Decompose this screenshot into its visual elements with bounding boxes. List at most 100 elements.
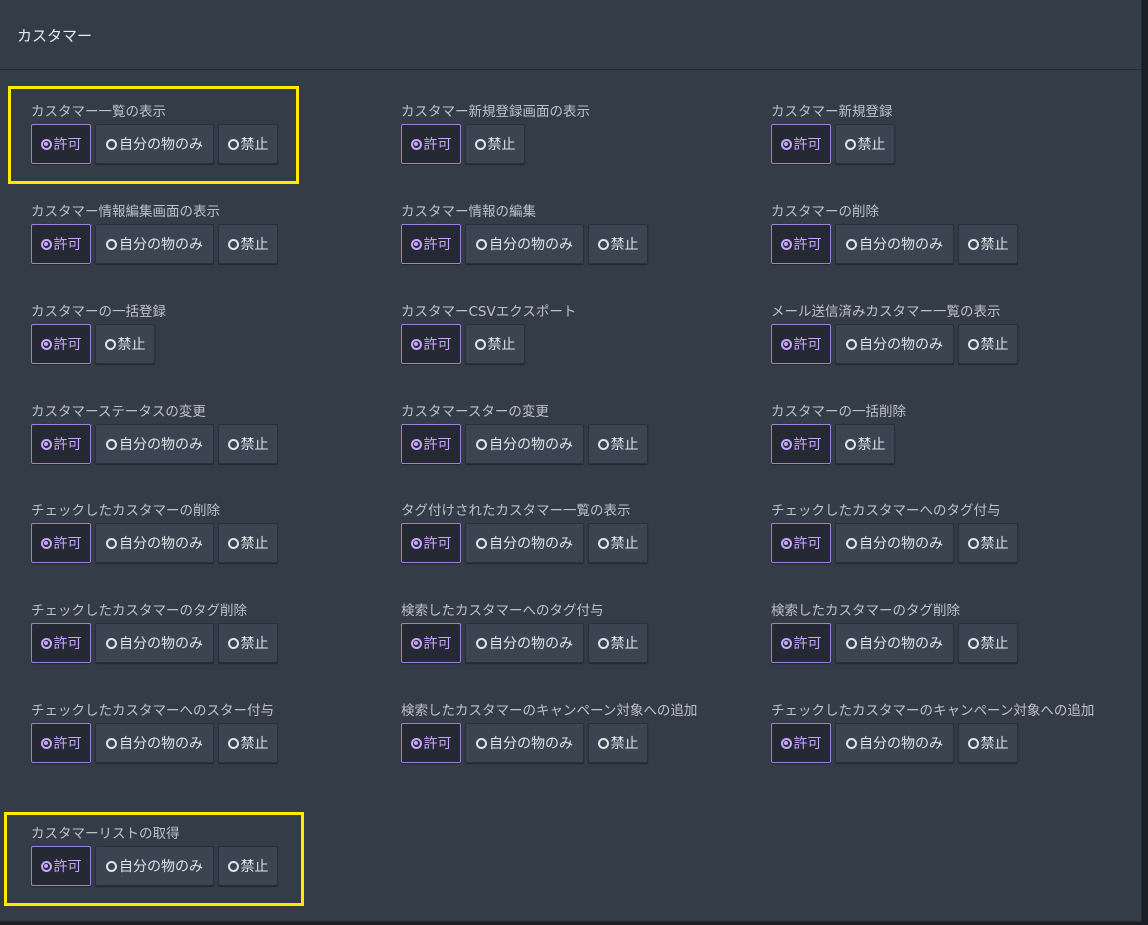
permission-options: 許可 自分の物のみ 禁止	[31, 424, 381, 464]
option-label: 自分の物のみ	[859, 736, 943, 752]
deny-option-button[interactable]: 禁止	[218, 124, 278, 164]
permission-label: カスタマーの一括登録	[31, 304, 166, 320]
allow-option-button[interactable]: 許可	[401, 623, 461, 663]
radio-unchecked-icon	[227, 737, 239, 749]
option-label: 禁止	[610, 636, 639, 652]
option-label: 許可	[53, 736, 82, 752]
own-option-button[interactable]: 自分の物のみ	[95, 224, 214, 264]
permission-label: 検索したカスタマーへのタグ付与	[401, 603, 604, 619]
deny-option-button[interactable]: 禁止	[958, 623, 1018, 663]
deny-option-button[interactable]: 禁止	[218, 846, 278, 886]
own-option-button[interactable]: 自分の物のみ	[465, 523, 584, 563]
radio-unchecked-icon	[106, 637, 117, 649]
permission-label: カスタマー情報編集画面の表示	[31, 204, 220, 220]
deny-option-button[interactable]: 禁止	[588, 623, 648, 663]
own-option-button[interactable]: 自分の物のみ	[95, 723, 214, 763]
own-option-button[interactable]: 自分の物のみ	[95, 523, 214, 563]
radio-unchecked-icon	[597, 238, 609, 250]
radio-unchecked-icon	[104, 338, 116, 350]
allow-option-button[interactable]: 許可	[31, 523, 91, 563]
deny-option-button[interactable]: 禁止	[218, 424, 278, 464]
customer-permissions-panel: カスタマー カスタマー一覧の表示 許可 自分の物のみ 禁止 カスタマー新規登録画面の表示…	[0, 0, 1142, 922]
radio-unchecked-icon	[106, 537, 117, 549]
permission-item: 検索したカスタマーへのタグ付与許可 自分の物のみ 禁止	[401, 600, 751, 663]
allow-option-button[interactable]: 許可	[31, 124, 91, 164]
deny-option-button[interactable]: 禁止	[465, 124, 525, 164]
option-label: 禁止	[240, 636, 269, 652]
deny-option-button[interactable]: 禁止	[958, 523, 1018, 563]
panel-header: カスタマー	[0, 0, 1141, 70]
option-label: 禁止	[610, 536, 639, 552]
option-label: 禁止	[980, 237, 1009, 253]
deny-option-button[interactable]: 禁止	[218, 224, 278, 264]
permission-label: チェックしたカスタマーのタグ削除	[31, 603, 247, 619]
permission-label: カスタマー一覧の表示	[31, 104, 166, 120]
allow-option-button[interactable]: 許可	[31, 224, 91, 264]
permission-label: カスタマーステータスの変更	[31, 404, 206, 420]
radio-unchecked-icon	[846, 238, 857, 250]
option-label: 許可	[53, 437, 82, 453]
permission-item: カスタマー情報の編集 許可 自分の物のみ 禁止	[401, 201, 751, 264]
allow-option-button[interactable]: 許可	[31, 623, 91, 663]
allow-option-button[interactable]: 許可	[771, 424, 831, 464]
allow-option-button[interactable]: 許可	[31, 424, 91, 464]
radio-checked-icon	[410, 737, 422, 749]
allow-option-button[interactable]: 許可	[401, 424, 461, 464]
radio-unchecked-icon	[476, 238, 487, 250]
radio-unchecked-icon	[476, 438, 487, 450]
deny-option-button[interactable]: 禁止	[958, 324, 1018, 364]
deny-option-button[interactable]: 禁止	[465, 324, 525, 364]
deny-option-button[interactable]: 禁止	[958, 224, 1018, 264]
allow-option-button[interactable]: 許可	[31, 324, 91, 364]
own-option-button[interactable]: 自分の物のみ	[835, 723, 954, 763]
deny-option-button[interactable]: 禁止	[835, 424, 895, 464]
permission-label: チェックしたカスタマーの削除	[31, 503, 220, 519]
allow-option-button[interactable]: 許可	[401, 224, 461, 264]
allow-option-button[interactable]: 許可	[401, 523, 461, 563]
option-label: 禁止	[487, 337, 516, 353]
deny-option-button[interactable]: 禁止	[95, 324, 155, 364]
allow-option-button[interactable]: 許可	[401, 723, 461, 763]
radio-unchecked-icon	[476, 737, 487, 749]
own-option-button[interactable]: 自分の物のみ	[835, 623, 954, 663]
allow-option-button[interactable]: 許可	[31, 723, 91, 763]
option-label: 許可	[423, 137, 452, 153]
deny-option-button[interactable]: 禁止	[588, 424, 648, 464]
allow-option-button[interactable]: 許可	[771, 124, 831, 164]
own-option-button[interactable]: 自分の物のみ	[835, 523, 954, 563]
permission-options: 許可 自分の物のみ 禁止	[31, 523, 381, 563]
allow-option-button[interactable]: 許可	[401, 124, 461, 164]
option-label: 許可	[793, 636, 822, 652]
deny-option-button[interactable]: 禁止	[218, 523, 278, 563]
deny-option-button[interactable]: 禁止	[588, 224, 648, 264]
own-option-button[interactable]: 自分の物のみ	[835, 324, 954, 364]
own-option-button[interactable]: 自分の物のみ	[95, 623, 214, 663]
own-option-button[interactable]: 自分の物のみ	[95, 424, 214, 464]
allow-option-button[interactable]: 許可	[31, 846, 91, 886]
allow-option-button[interactable]: 許可	[771, 224, 831, 264]
allow-option-button[interactable]: 許可	[771, 723, 831, 763]
own-option-button[interactable]: 自分の物のみ	[465, 623, 584, 663]
allow-option-button[interactable]: 許可	[771, 523, 831, 563]
allow-option-button[interactable]: 許可	[401, 324, 461, 364]
radio-unchecked-icon	[844, 438, 856, 450]
deny-option-button[interactable]: 禁止	[218, 623, 278, 663]
own-option-button[interactable]: 自分の物のみ	[95, 846, 214, 886]
permission-options: 許可 自分の物のみ 禁止	[771, 523, 1121, 563]
option-label: 自分の物のみ	[119, 437, 203, 453]
radio-unchecked-icon	[106, 438, 117, 450]
deny-option-button[interactable]: 禁止	[218, 723, 278, 763]
own-option-button[interactable]: 自分の物のみ	[465, 723, 584, 763]
own-option-button[interactable]: 自分の物のみ	[95, 124, 214, 164]
deny-option-button[interactable]: 禁止	[588, 523, 648, 563]
radio-unchecked-icon	[967, 537, 979, 549]
allow-option-button[interactable]: 許可	[771, 623, 831, 663]
own-option-button[interactable]: 自分の物のみ	[835, 224, 954, 264]
own-option-button[interactable]: 自分の物のみ	[465, 424, 584, 464]
allow-option-button[interactable]: 許可	[771, 324, 831, 364]
option-label: 許可	[53, 636, 82, 652]
deny-option-button[interactable]: 禁止	[588, 723, 648, 763]
own-option-button[interactable]: 自分の物のみ	[465, 224, 584, 264]
deny-option-button[interactable]: 禁止	[958, 723, 1018, 763]
deny-option-button[interactable]: 禁止	[835, 124, 895, 164]
